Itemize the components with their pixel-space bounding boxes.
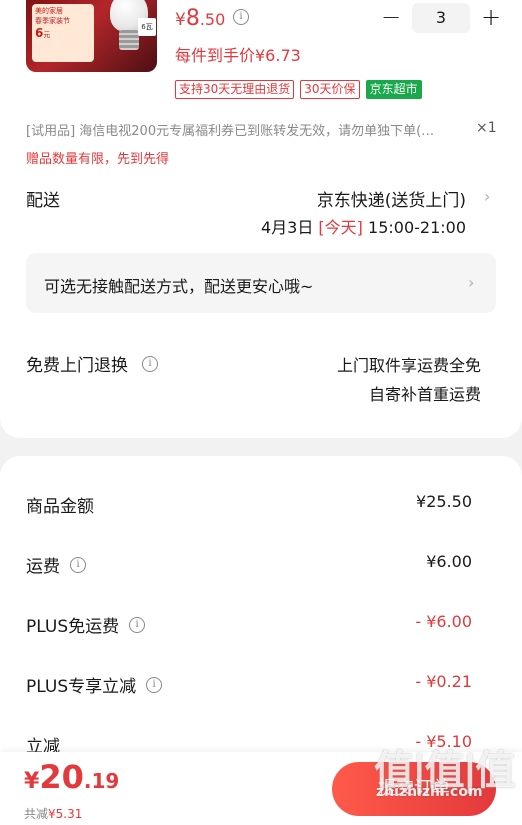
fee-value: - ¥6.00 (415, 612, 472, 631)
delivery-time[interactable]: 4月3日 [今天] 15:00-21:00 (261, 214, 466, 238)
saved-value: ¥5.31 (48, 807, 83, 821)
delivery-method[interactable]: 京东快递(送货上门) (317, 186, 466, 211)
service-tags: 支持30天无理由退货 30天价保 京东超市 (175, 80, 422, 99)
fee-value: - ¥0.21 (415, 672, 472, 691)
return-policy-tag: 支持30天无理由退货 (175, 80, 295, 99)
increase-quantity-button[interactable]: + (480, 4, 502, 32)
return-pickup-text: 上门取件享运费全免 (336, 356, 481, 375)
store-tag: 京东超市 (365, 80, 422, 99)
quantity-input[interactable]: 3 (412, 3, 470, 33)
bulb-base-illustration (119, 30, 139, 50)
quantity-stepper: − 3 + (380, 3, 502, 33)
decrease-quantity-button[interactable]: − (380, 4, 402, 32)
order-item-card: 美的家居 春季家装节 6元 6瓦 ¥ 8 .50 i − 3 + 每件到手价¥6… (0, 0, 522, 438)
wattage-tag: 6瓦 (138, 18, 156, 36)
contactless-delivery-option[interactable]: 可选无接触配送方式，配送更安心哦~ › (26, 253, 496, 313)
fee-value: - ¥5.10 (415, 732, 472, 751)
return-self-send-text: 自寄补首重运费 (368, 385, 481, 404)
product-image-banner: 美的家居 春季家装节 6元 (32, 4, 94, 62)
delivery-time-slot: 15:00-21:00 (362, 218, 466, 237)
price-integer: 8 (185, 6, 200, 31)
total-symbol: ¥ (24, 769, 40, 794)
fee-label: PLUS免运费 (26, 617, 120, 637)
gift-note: 赠品数量有限，先到先得 (26, 152, 170, 167)
fee-label: PLUS专享立减 (26, 677, 137, 697)
delivery-today: [今天] (318, 218, 363, 237)
info-icon[interactable]: i (70, 556, 86, 573)
delivery-date: 4月3日 (260, 218, 319, 237)
total-price: ¥ 20 .19 (24, 758, 119, 796)
fee-row-plus-free-shipping: PLUS免运费 i - ¥6.00 (0, 612, 522, 642)
saved-label: 共减 (24, 807, 49, 821)
checkout-bar: ¥ 20 .19 共减¥5.31 提交订单 (0, 752, 522, 825)
total-integer: 20 (39, 758, 84, 796)
fee-label: 运费 (26, 557, 60, 577)
unit-price: ¥ 8 .50 (175, 6, 225, 31)
price-symbol: ¥ (175, 10, 186, 30)
fee-value: ¥25.50 (416, 492, 472, 511)
fee-value: ¥6.00 (426, 552, 472, 571)
hand-price: 每件到手价¥6.73 (175, 46, 301, 65)
contactless-text: 可选无接触配送方式，配送更安心哦~ (44, 277, 314, 296)
fee-row-shipping: 运费 i ¥6.00 (0, 552, 522, 582)
info-icon[interactable]: i (233, 9, 249, 25)
submit-order-button[interactable]: 提交订单 (332, 762, 496, 816)
trial-item-text: [试用品] 海信电视200元专属福利券已到账转发无效，请勿单独下单(… (26, 124, 435, 139)
fee-label: 商品金额 (26, 497, 94, 517)
chevron-right-icon[interactable]: › (484, 187, 490, 206)
banner-line: 美的家居 (35, 7, 63, 15)
banner-unit: 元 (43, 31, 51, 39)
price-decimal: .50 (199, 10, 226, 29)
trial-item-quantity: ×1 (476, 120, 497, 136)
chevron-right-icon: › (468, 273, 475, 292)
free-return-label: 免费上门退换 (26, 356, 128, 376)
fee-row-subtotal: 商品金额 ¥25.50 (0, 492, 522, 522)
total-saved: 共减¥5.31 (24, 805, 82, 822)
info-icon[interactable]: i (129, 616, 146, 633)
banner-line: 春季家装节 (35, 17, 70, 25)
info-icon[interactable]: i (146, 676, 163, 693)
price-protection-tag: 30天价保 (300, 80, 360, 99)
delivery-label: 配送 (26, 191, 60, 211)
total-decimal: .19 (83, 769, 120, 793)
product-image[interactable]: 美的家居 春季家装节 6元 6瓦 (26, 0, 157, 72)
free-return-row: 免费上门退换 i (26, 351, 158, 376)
fee-row-plus-discount: PLUS专享立减 i - ¥0.21 (0, 672, 522, 702)
info-icon[interactable]: i (142, 355, 158, 372)
